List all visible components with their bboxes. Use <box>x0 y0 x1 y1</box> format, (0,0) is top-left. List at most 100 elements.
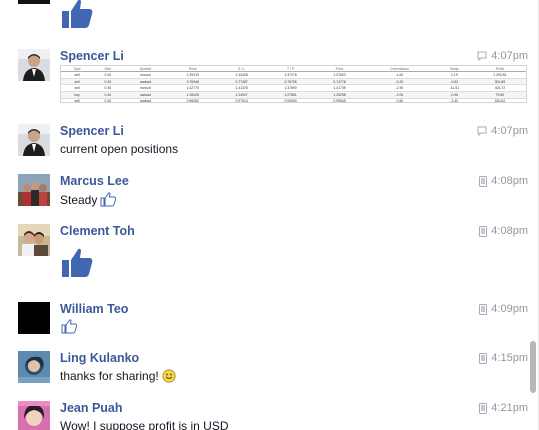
table-cell: 0.30 <box>93 84 123 92</box>
table-row: sell 0.25 eurusd 1.39319 1.33428 1.37275 1.376… <box>61 71 526 79</box>
scrollbar-thumb[interactable] <box>530 341 536 393</box>
message-time: 4:21pm <box>491 402 528 414</box>
table-cell: 301.89 <box>473 78 526 86</box>
table-cell: 520.62 <box>473 98 526 102</box>
table-cell: 1.33428 <box>217 71 267 79</box>
table-cell: 0.20 <box>93 78 123 86</box>
table-row: buy 0.40 usdcad 1.28425 1.24007 1.27851 1.2829… <box>61 91 526 99</box>
table-cell: 0.76946 <box>168 78 218 86</box>
avatar[interactable] <box>18 401 50 430</box>
table-cell: 0.74776 <box>315 78 364 86</box>
table-cell: 401.72 <box>473 84 526 92</box>
table-cell: 1.37590 <box>266 84 316 92</box>
table-cell: 0.25 <box>93 71 123 79</box>
message-time: 4:08pm <box>491 175 528 187</box>
avatar[interactable] <box>18 124 50 156</box>
table-cell: 1.39319 <box>168 71 218 79</box>
sender-name[interactable]: Clement Toh <box>60 224 135 238</box>
message-meta: 4:08pm <box>479 225 528 237</box>
avatar[interactable] <box>18 174 50 206</box>
message-time: 4:07pm <box>491 125 528 137</box>
table-cell: 0.77487 <box>217 78 267 86</box>
table-row: sell 0.40 audusd 0.96062 0.97514 0.94940 0.998… <box>61 98 526 102</box>
message-meta: 4:21pm <box>479 402 528 414</box>
table-cell: 1.41739 <box>315 84 364 92</box>
table-cell: 0.76755 <box>266 78 316 86</box>
message-text: current open positions <box>60 142 179 156</box>
message-text: Steady <box>60 193 98 208</box>
mobile-phone-icon <box>479 225 488 237</box>
table-cell: sell <box>61 84 94 92</box>
message-time: 4:08pm <box>491 225 528 237</box>
thumbs-up-icon <box>60 0 94 33</box>
table-cell: -2.00 <box>363 91 435 99</box>
table-cell: 0.40 <box>93 98 123 102</box>
table-cell: 1.37623 <box>315 71 364 79</box>
message-body: Steady <box>60 192 117 210</box>
table-cell: 0.99845 <box>315 98 364 102</box>
mobile-phone-icon <box>479 175 488 187</box>
table-cell: buy <box>61 91 94 99</box>
table-cell: 1.37275 <box>266 71 316 79</box>
table-cell: eurnzd <box>122 84 169 92</box>
table-cell: eurusd <box>122 71 169 79</box>
table-cell: -1.62 <box>363 71 435 79</box>
table-cell: -11.51 <box>434 84 474 92</box>
message-time: 4:09pm <box>491 303 528 315</box>
avatar[interactable] <box>18 0 50 4</box>
thumbs-up-icon <box>61 319 78 337</box>
message-time: 4:07pm <box>491 50 528 62</box>
table-cell: 2.19 <box>434 71 474 79</box>
table-row: sell 0.20 audusd 0.76946 0.77487 0.76755 0.747… <box>61 78 526 86</box>
message-meta: 4:07pm <box>477 125 528 137</box>
table-cell: 79.80 <box>473 91 526 99</box>
sender-name[interactable]: William Teo <box>60 302 128 316</box>
message-time: 4:15pm <box>491 352 528 364</box>
table-cell: -2.60 <box>363 98 435 102</box>
table-cell: -0.25 <box>363 78 435 86</box>
positions-table: Type Size Symbol Price S / LT / P Price Commis… <box>61 66 526 102</box>
table-cell: sell <box>61 71 94 79</box>
avatar[interactable] <box>18 302 50 334</box>
table-cell: 1.42770 <box>168 84 218 92</box>
table-cell: 0.40 <box>93 91 123 99</box>
mobile-phone-icon <box>479 402 488 414</box>
message-meta: 4:08pm <box>479 175 528 187</box>
message-meta: 4:09pm <box>479 303 528 315</box>
table-cell: -2.40 <box>434 98 474 102</box>
chat-conversation: Spencer Li 4:07pm Type Size Symbol Price S /… <box>0 0 530 430</box>
table-cell: -1.90 <box>363 84 435 92</box>
table-cell: -0.62 <box>434 78 474 86</box>
sender-name[interactable]: Jean Puah <box>60 401 123 415</box>
thumbs-up-icon <box>100 192 117 210</box>
avatar[interactable] <box>18 49 50 81</box>
sender-name[interactable]: Spencer Li <box>60 49 124 63</box>
avatar[interactable] <box>18 351 50 383</box>
table-cell: audusd <box>122 78 169 86</box>
table-cell: sell <box>61 78 94 86</box>
chat-bubble-icon <box>477 51 487 61</box>
message-text: Wow! I suppose profit is in USD <box>60 419 229 430</box>
sender-name[interactable]: Ling Kulanko <box>60 351 139 365</box>
table-cell: sell <box>61 98 94 102</box>
avatar[interactable] <box>18 224 50 256</box>
sender-name[interactable]: Marcus Lee <box>60 174 129 188</box>
table-cell: 1.27851 <box>266 91 316 99</box>
table-cell: -0.96 <box>434 91 474 99</box>
sender-name[interactable]: Spencer Li <box>60 124 124 138</box>
table-cell: 1 294.81 <box>473 71 526 79</box>
table-row: sell 0.30 eurnzd 1.42770 1.41378 1.37590 1.417… <box>61 84 526 92</box>
message-text: thanks for sharing! <box>60 369 159 383</box>
table-cell: usdcad <box>122 91 169 99</box>
table-cell: 0.97514 <box>217 98 267 102</box>
mobile-phone-icon <box>479 352 488 364</box>
table-cell: 0.94940 <box>266 98 316 102</box>
table-cell: audusd <box>122 98 169 102</box>
table-cell: 1.28425 <box>168 91 218 99</box>
message-body: thanks for sharing! <box>60 369 176 386</box>
table-cell: 1.41378 <box>217 84 267 92</box>
attachment-image[interactable]: Type Size Symbol Price S / LT / P Price Commis… <box>60 65 527 103</box>
message-meta: 4:15pm <box>479 352 528 364</box>
message-meta: 4:07pm <box>477 50 528 62</box>
scrollbar[interactable] <box>530 0 538 430</box>
